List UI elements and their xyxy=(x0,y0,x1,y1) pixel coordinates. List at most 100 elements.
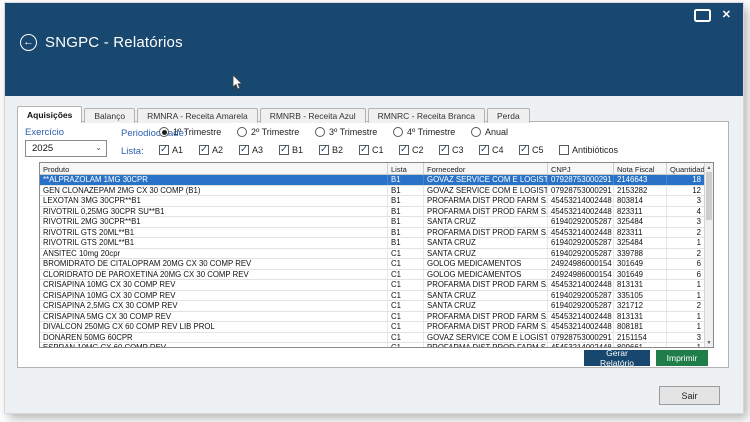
close-icon[interactable]: ✕ xyxy=(722,10,731,21)
lista-option-A1[interactable]: ✓A1 xyxy=(159,145,199,155)
tab-label: Perda xyxy=(497,111,520,121)
cell-fornecedor: PROFARMA DIST PROD FARM S.A xyxy=(424,322,548,332)
checkbox-label: C2 xyxy=(412,145,424,155)
cell-cnpj: 61940292005287 xyxy=(548,217,614,227)
table-row[interactable]: DIVALCON 250MG CX 60 COMP REV LIB PROLC1… xyxy=(40,322,713,333)
radio-label: Anual xyxy=(485,127,508,137)
vertical-scrollbar[interactable]: ▲ ▼ xyxy=(704,163,713,347)
cell-nota: 325484 xyxy=(614,217,667,227)
cell-nota: 321712 xyxy=(614,301,667,311)
exit-button[interactable]: Sair xyxy=(659,386,720,405)
lista-option-B1[interactable]: ✓B1 xyxy=(279,145,319,155)
checkbox-icon: ✓ xyxy=(439,145,449,155)
lista-option-Antibióticos[interactable]: Antibióticos xyxy=(559,145,618,155)
lista-option-C4[interactable]: ✓C4 xyxy=(479,145,519,155)
tab-1[interactable]: Balanço xyxy=(84,108,135,123)
column-header-1[interactable]: Lista xyxy=(388,163,424,174)
cell-produto: RIVOTRIL GTS 20ML**B1 xyxy=(40,238,388,248)
checkbox-icon: ✓ xyxy=(319,145,329,155)
table-row[interactable]: CRISAPINA 2,5MG CX 30 COMP REVC1SANTA CR… xyxy=(40,301,713,312)
cell-nota: 813131 xyxy=(614,280,667,290)
column-header-3[interactable]: CNPJ xyxy=(548,163,614,174)
checkbox-label: Antibióticos xyxy=(572,145,618,155)
cell-produto: DIVALCON 250MG CX 60 COMP REV LIB PROL xyxy=(40,322,388,332)
cell-produto: CLORIDRATO DE PAROXETINA 20MG CX 30 COMP… xyxy=(40,270,388,280)
tab-0[interactable]: Aquisições xyxy=(17,106,82,123)
column-header-2[interactable]: Fornecedor xyxy=(424,163,548,174)
column-header-4[interactable]: Nota Fiscal xyxy=(614,163,667,174)
tab-4[interactable]: RMNRC - Receita Branca xyxy=(368,108,485,123)
table-row[interactable]: DONAREN 50MG 60CPRC1GOVAZ SERVICE COM E … xyxy=(40,333,713,344)
cell-lista: C1 xyxy=(388,259,424,269)
period-option-3[interactable]: 4º Trimestre xyxy=(393,127,471,137)
tab-2[interactable]: RMNRA - Receita Amarela xyxy=(137,108,258,123)
checkbox-label: C1 xyxy=(372,145,384,155)
lista-option-A2[interactable]: ✓A2 xyxy=(199,145,239,155)
cell-produto: BROMIDRATO DE CITALOPRAM 20MG CX 30 COMP… xyxy=(40,259,388,269)
cell-produto: CRISAPINA 10MG CX 30 COMP REV xyxy=(40,280,388,290)
lista-option-B2[interactable]: ✓B2 xyxy=(319,145,359,155)
table-row[interactable]: LEXOTAN 3MG 30CPR**B1B1PROFARMA DIST PRO… xyxy=(40,196,713,207)
tab-5[interactable]: Perda xyxy=(487,108,530,123)
table-row[interactable]: CRISAPINA 10MG CX 30 COMP REVC1SANTA CRU… xyxy=(40,291,713,302)
back-arrow-icon: ← xyxy=(23,37,34,48)
table-row[interactable]: RIVOTRIL GTS 20ML**B1B1PROFARMA DIST PRO… xyxy=(40,228,713,239)
radio-icon xyxy=(393,127,403,137)
table-row[interactable]: GEN CLONAZEPAM 2MG CX 30 COMP (B1)B1GOVA… xyxy=(40,186,713,197)
table-row[interactable]: CRISAPINA 5MG CX 30 COMP REVC1PROFARMA D… xyxy=(40,312,713,323)
period-option-4[interactable]: Anual xyxy=(471,127,549,137)
table-row[interactable]: RIVOTRIL 0,25MG 30CPR SU**B1B1PROFARMA D… xyxy=(40,207,713,218)
cell-fornecedor: PROFARMA DIST PROD FARM S.A xyxy=(424,196,548,206)
scroll-down-icon[interactable]: ▼ xyxy=(705,338,713,347)
exercicio-select[interactable]: 2025 ⌄ xyxy=(25,140,107,157)
lista-option-C2[interactable]: ✓ C2 xyxy=(399,145,439,155)
check-icon: ✓ xyxy=(400,144,408,155)
table-row[interactable]: CRISAPINA 10MG CX 30 COMP REVC1PROFARMA … xyxy=(40,280,713,291)
cell-lista: B1 xyxy=(388,196,424,206)
period-option-0[interactable]: 1º Trimestre xyxy=(159,127,237,137)
cell-nota: 339788 xyxy=(614,249,667,259)
checkbox-icon: ✓ xyxy=(479,145,489,155)
checkbox-icon: ✓ xyxy=(279,145,289,155)
column-header-0[interactable]: Produto xyxy=(40,163,388,174)
period-option-2[interactable]: 3º Trimestre xyxy=(315,127,393,137)
lista-option-C3[interactable]: ✓C3 xyxy=(439,145,479,155)
check-icon: ✓ xyxy=(320,144,328,155)
period-option-1[interactable]: 2º Trimestre xyxy=(237,127,315,137)
products-grid: ProdutoListaFornecedorCNPJNota FiscalQua… xyxy=(39,162,714,348)
radio-icon xyxy=(471,127,481,137)
radio-label: 2º Trimestre xyxy=(251,127,299,137)
lista-option-C5[interactable]: ✓C5 xyxy=(519,145,559,155)
cell-nota: 2153282 xyxy=(614,186,667,196)
radio-dot xyxy=(162,130,167,135)
table-row[interactable]: CLORIDRATO DE PAROXETINA 20MG CX 30 COMP… xyxy=(40,270,713,281)
cell-produto: CRISAPINA 10MG CX 30 COMP REV xyxy=(40,291,388,301)
table-row[interactable]: **ALPRAZOLAM 1MG 30CPRB1GOVAZ SERVICE CO… xyxy=(40,175,713,186)
tab-label: Balanço xyxy=(94,111,125,121)
cell-fornecedor: PROFARMA DIST PROD FARM S.A xyxy=(424,280,548,290)
scrollbar-thumb[interactable] xyxy=(706,172,712,220)
table-row[interactable]: RIVOTRIL 2MG 30CPR**B1B1SANTA CRUZ619402… xyxy=(40,217,713,228)
table-row[interactable]: BROMIDRATO DE CITALOPRAM 20MG CX 30 COMP… xyxy=(40,259,713,270)
radio-label: 3º Trimestre xyxy=(329,127,377,137)
lista-option-C1[interactable]: ✓C1 xyxy=(359,145,399,155)
cell-nota: 803814 xyxy=(614,196,667,206)
checkbox-label: C4 xyxy=(492,145,504,155)
cell-fornecedor: SANTA CRUZ xyxy=(424,249,548,259)
scroll-up-icon[interactable]: ▲ xyxy=(705,163,713,172)
print-button[interactable]: Imprimir xyxy=(656,350,708,366)
column-header-5[interactable]: Quantidade xyxy=(667,163,707,174)
back-button[interactable]: ← xyxy=(20,34,37,51)
table-row[interactable]: RIVOTRIL GTS 20ML**B1B1SANTA CRUZ6194029… xyxy=(40,238,713,249)
cell-qtd: 2 xyxy=(667,249,707,259)
cell-qtd: 18 xyxy=(667,175,707,185)
checkbox-label: A2 xyxy=(212,145,223,155)
generate-report-button[interactable]: Gerar Relatório xyxy=(584,350,650,366)
cell-nota: 325484 xyxy=(614,238,667,248)
tab-3[interactable]: RMNRB - Receita Azul xyxy=(260,108,366,123)
maximize-icon[interactable] xyxy=(694,9,711,22)
radio-label: 4º Trimestre xyxy=(407,127,455,137)
table-row[interactable]: ANSITEC 10mg 20cprC1SANTA CRUZ6194029200… xyxy=(40,249,713,260)
monitor-shape xyxy=(694,9,711,22)
lista-option-A3[interactable]: ✓A3 xyxy=(239,145,279,155)
